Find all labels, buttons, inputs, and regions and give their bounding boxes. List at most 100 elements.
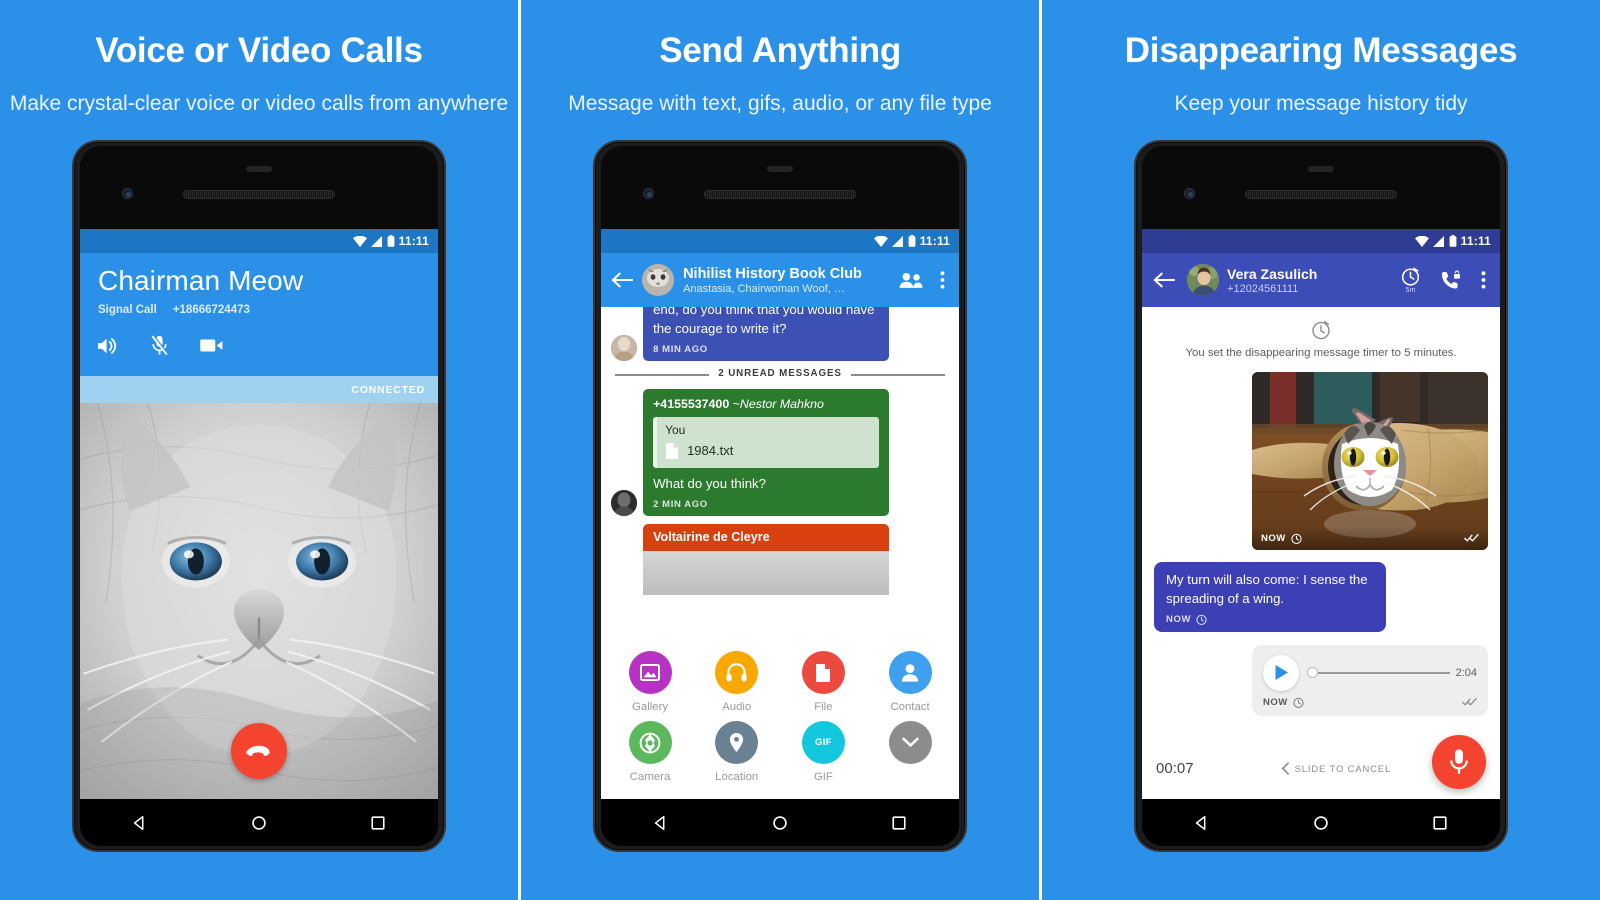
home-icon[interactable]	[1312, 814, 1330, 832]
phone-screen: 11:11 Chairman Meow Signal Call +1866672…	[80, 229, 439, 800]
sender-avatar-photo	[611, 334, 638, 361]
message-timestamp: 2 MIN AGO	[653, 498, 708, 510]
outgoing-text-message[interactable]: My turn will also come: I sense the spre…	[1154, 562, 1387, 632]
attachment-file[interactable]: File	[788, 651, 858, 713]
play-icon	[1275, 665, 1288, 681]
wifi-icon	[1414, 235, 1429, 247]
back-arrow-icon[interactable]	[1153, 271, 1176, 289]
avatar	[611, 489, 638, 516]
android-nav-bar	[1142, 799, 1501, 847]
attachment-label: Gallery	[632, 701, 669, 714]
microphone-record-button[interactable]	[1432, 735, 1487, 790]
panel-title: Send Anything	[659, 31, 901, 70]
end-call-button[interactable]	[231, 723, 288, 780]
back-icon[interactable]	[652, 814, 670, 832]
recents-icon[interactable]	[890, 814, 908, 832]
proximity-sensor	[767, 166, 794, 173]
chat-app-bar: Vera Zasulich +12024561111 5m	[1142, 253, 1501, 308]
sender-avatar-photo	[611, 489, 638, 516]
incoming-message-bubble-green[interactable]: +4155537400 ~Nestor Mahkno You 1984.txt …	[643, 388, 890, 516]
audio-thumb[interactable]	[1308, 668, 1318, 678]
overflow-menu-icon[interactable]	[1481, 270, 1486, 290]
attachment-audio[interactable]: Audio	[702, 651, 772, 713]
chevron-left-icon	[1281, 762, 1289, 775]
back-icon[interactable]	[1193, 814, 1211, 832]
phone-mockup: 11:11	[1134, 140, 1509, 853]
panel-title: Disappearing Messages	[1124, 31, 1518, 70]
overflow-menu-icon[interactable]	[940, 270, 945, 290]
delivered-check-icon	[1464, 534, 1479, 542]
recents-icon[interactable]	[1431, 814, 1449, 832]
back-icon[interactable]	[131, 814, 149, 832]
panel-subtitle: Message with text, gifs, audio, or any f…	[568, 91, 992, 115]
outgoing-audio-message[interactable]: 2:04 NOW	[1252, 644, 1489, 716]
battery-icon	[908, 235, 916, 248]
chat-group-name: Nihilist History Book Club	[683, 265, 862, 282]
message-text: My turn will also come: I sense the spre…	[1166, 572, 1368, 607]
attachment-location[interactable]: Location	[702, 721, 772, 783]
call-status-label: CONNECTED	[351, 383, 426, 396]
earpiece-speaker	[183, 190, 336, 200]
wifi-icon	[352, 235, 367, 247]
slide-to-cancel-label: SLIDE TO CANCEL	[1294, 762, 1392, 774]
message-row: end, do you think that you would have th…	[611, 307, 949, 361]
attachment-camera[interactable]: Camera	[615, 721, 685, 783]
secure-call-icon[interactable]	[1441, 270, 1461, 291]
chat-message-list[interactable]: end, do you think that you would have th…	[601, 307, 960, 640]
attachment-gif[interactable]: GIF GIF	[788, 721, 858, 783]
group-avatar[interactable]	[642, 264, 675, 297]
call-type-label: Signal Call	[98, 304, 157, 317]
attachment-contact[interactable]: Contact	[875, 651, 945, 713]
link-card-title[interactable]: Voltairine de Cleyre	[643, 523, 890, 551]
message-timestamp: 8 MIN AGO	[653, 343, 708, 355]
mic-muted-icon[interactable]	[151, 335, 169, 356]
proximity-sensor	[246, 166, 273, 173]
chat-message-list[interactable]: You set the disappearing message timer t…	[1142, 307, 1501, 800]
message-row: +4155537400 ~Nestor Mahkno You 1984.txt …	[611, 388, 949, 516]
timer-update-note: You set the disappearing message timer t…	[1185, 347, 1457, 360]
play-button[interactable]	[1263, 654, 1300, 691]
incoming-message-bubble[interactable]: end, do you think that you would have th…	[643, 307, 890, 361]
timer-icon[interactable]: 5m	[1401, 267, 1420, 294]
group-avatar-photo	[642, 264, 675, 297]
contact-avatar[interactable]	[1187, 264, 1220, 297]
message-timestamp: NOW	[1261, 532, 1286, 544]
message-timestamp: NOW	[1263, 696, 1288, 708]
attachment-collapse[interactable]	[875, 721, 945, 783]
panel-send-anything: Send Anything Message with text, gifs, a…	[521, 0, 1040, 900]
outgoing-image-message[interactable]: NOW	[1252, 372, 1489, 551]
hang-up-icon	[246, 746, 270, 757]
quote-author: You	[665, 422, 686, 437]
chevron-down-icon	[888, 721, 932, 765]
group-members-icon[interactable]	[899, 272, 923, 289]
timer-badge: 5m	[1405, 286, 1416, 294]
speaker-icon[interactable]	[98, 337, 119, 355]
unread-count-label: 2 UNREAD MESSAGES	[709, 367, 851, 379]
earpiece-speaker	[1245, 190, 1398, 200]
contact-name: Vera Zasulich	[1227, 265, 1318, 282]
contact-avatar-photo	[1187, 264, 1220, 297]
audio-scrubber[interactable]: 2:04	[1308, 667, 1477, 679]
signal-icon	[370, 235, 382, 247]
home-icon[interactable]	[250, 814, 268, 832]
headphones-icon	[715, 651, 759, 695]
attachment-gallery[interactable]: Gallery	[615, 651, 685, 713]
audio-track[interactable]	[1308, 668, 1450, 678]
attachment-label: Contact	[890, 701, 930, 714]
call-status-bar: CONNECTED	[80, 376, 439, 404]
camera-icon	[628, 721, 672, 765]
recents-icon[interactable]	[369, 814, 387, 832]
back-arrow-icon[interactable]	[611, 271, 634, 289]
image-message-footer: NOW	[1252, 526, 1489, 551]
audio-message-footer: NOW	[1263, 697, 1477, 708]
panel-subtitle: Make crystal-clear voice or video calls …	[9, 91, 509, 115]
home-icon[interactable]	[771, 814, 789, 832]
front-camera-icon	[122, 188, 134, 200]
front-camera-icon	[1184, 188, 1196, 200]
status-bar: 11:11	[80, 229, 439, 254]
video-camera-icon[interactable]	[200, 338, 223, 353]
timer-update-icon	[1154, 320, 1488, 340]
phone-earpiece-area	[1142, 146, 1501, 230]
phone-earpiece-area	[80, 146, 439, 230]
quoted-message[interactable]: You 1984.txt	[653, 416, 880, 468]
